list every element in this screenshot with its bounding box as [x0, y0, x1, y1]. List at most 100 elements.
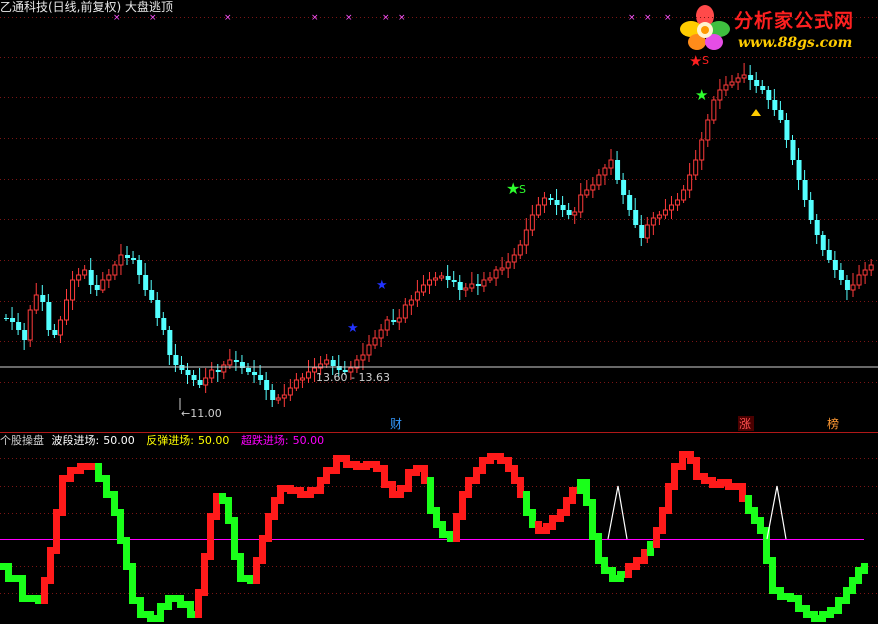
candle-down [784, 120, 790, 140]
candle-up [118, 254, 124, 266]
candle-up [596, 174, 602, 186]
candle-down [94, 285, 100, 290]
candle-up [481, 279, 487, 287]
candle-up [735, 77, 741, 83]
candle-up [433, 277, 439, 281]
x-marker: × [644, 13, 652, 23]
candle-down [754, 80, 760, 86]
candle-down [760, 86, 766, 90]
entry-spike [607, 485, 628, 540]
x-marker: × [382, 13, 390, 23]
candle-down [766, 90, 772, 100]
candle-up [112, 264, 118, 276]
candle-down [820, 235, 826, 250]
x-marker: × [398, 13, 406, 23]
x-marker: × [311, 13, 319, 23]
candle-up [511, 254, 517, 263]
legend-fantan: 反弹进场: 50.00 [146, 434, 230, 447]
candle-down [22, 330, 28, 340]
blue-star-icon-2: ★ [347, 321, 359, 336]
candle-down [191, 375, 197, 380]
candle-up [281, 394, 287, 399]
candle-up [427, 279, 432, 286]
candle-down [844, 280, 850, 290]
candle-up [505, 261, 511, 269]
x-marker: × [628, 13, 636, 23]
candle-up [293, 379, 299, 389]
candle-up [862, 269, 868, 276]
yellow-arrow-icon [751, 109, 761, 116]
candle-down [560, 205, 566, 210]
candle-up [439, 275, 445, 279]
candle-down [258, 375, 264, 380]
candle-down [639, 225, 645, 238]
candle-down [215, 370, 221, 372]
candle-up [535, 204, 541, 216]
candle-up [287, 387, 293, 396]
candle-up [656, 214, 662, 219]
green-star-icon-2: ★ [695, 86, 708, 104]
event-bang[interactable]: 榜 [827, 416, 839, 431]
candle-up [650, 217, 656, 226]
candle-up [463, 287, 469, 291]
candle-up [717, 89, 723, 101]
indicator-wave [0, 451, 868, 622]
candle-down [10, 318, 16, 322]
event-zhang[interactable]: 涨 [739, 416, 751, 431]
candle-down [173, 355, 179, 365]
candle-down [16, 322, 22, 330]
candle-up [306, 371, 311, 379]
candle-up [64, 299, 69, 321]
candle-down [451, 280, 457, 282]
candle-up [687, 174, 693, 191]
candlestick-chart: × × × × × × × × × × ←11.00 13.60 - 13.63 财 涨 榜 ★ … [0, 13, 878, 622]
candle-down [143, 275, 149, 290]
candle-down [772, 100, 778, 110]
candle-down [615, 160, 621, 180]
candle-down [832, 260, 838, 270]
candle-down [748, 75, 754, 80]
candle-up [408, 299, 414, 306]
candle-up [856, 274, 862, 286]
indicator-legend: 个股操盘 波段进场: 50.00 反弹进场: 50.00 超跌进场: 50.00 [0, 432, 332, 448]
signals: ★ S ★ S ★ ★ ★ [347, 52, 761, 336]
candle-down [457, 282, 463, 290]
candle-down [88, 270, 94, 285]
event-cai[interactable]: 财 [390, 417, 402, 431]
candle-up [662, 209, 668, 216]
sell-signal-label: S [519, 183, 526, 196]
candle-up [396, 317, 402, 323]
candle-down [802, 180, 808, 200]
candle-up [602, 167, 608, 176]
x-marker: × [345, 13, 353, 23]
candle-down [185, 370, 191, 375]
candle-up [572, 211, 578, 216]
candle-down [40, 295, 46, 302]
x-marker: × [149, 13, 157, 23]
candle-down [137, 260, 143, 275]
candle-up [608, 159, 614, 169]
candle-up [33, 294, 39, 311]
candle-down [161, 318, 167, 330]
candle-up [209, 369, 215, 379]
candle-up [420, 284, 426, 293]
candle-up [360, 354, 366, 361]
candle-down [264, 380, 270, 390]
x-marker: × [224, 13, 232, 23]
candle-up [76, 274, 82, 281]
candle-down [627, 195, 633, 210]
candle-down [197, 380, 203, 385]
legend-chaodie: 超跌进场: 50.00 [240, 434, 325, 447]
candle-up [523, 229, 529, 246]
wave-riser [861, 563, 868, 574]
candle-down [46, 302, 52, 330]
candle-down [252, 372, 258, 375]
candle-up [402, 304, 408, 319]
candle-up [499, 267, 505, 271]
candle-up [584, 189, 590, 196]
candle-down [330, 360, 336, 366]
low-price-label: ←11.00 [181, 407, 222, 420]
candle-up [493, 269, 499, 279]
candle-up [82, 269, 88, 276]
candle-down [52, 330, 58, 335]
